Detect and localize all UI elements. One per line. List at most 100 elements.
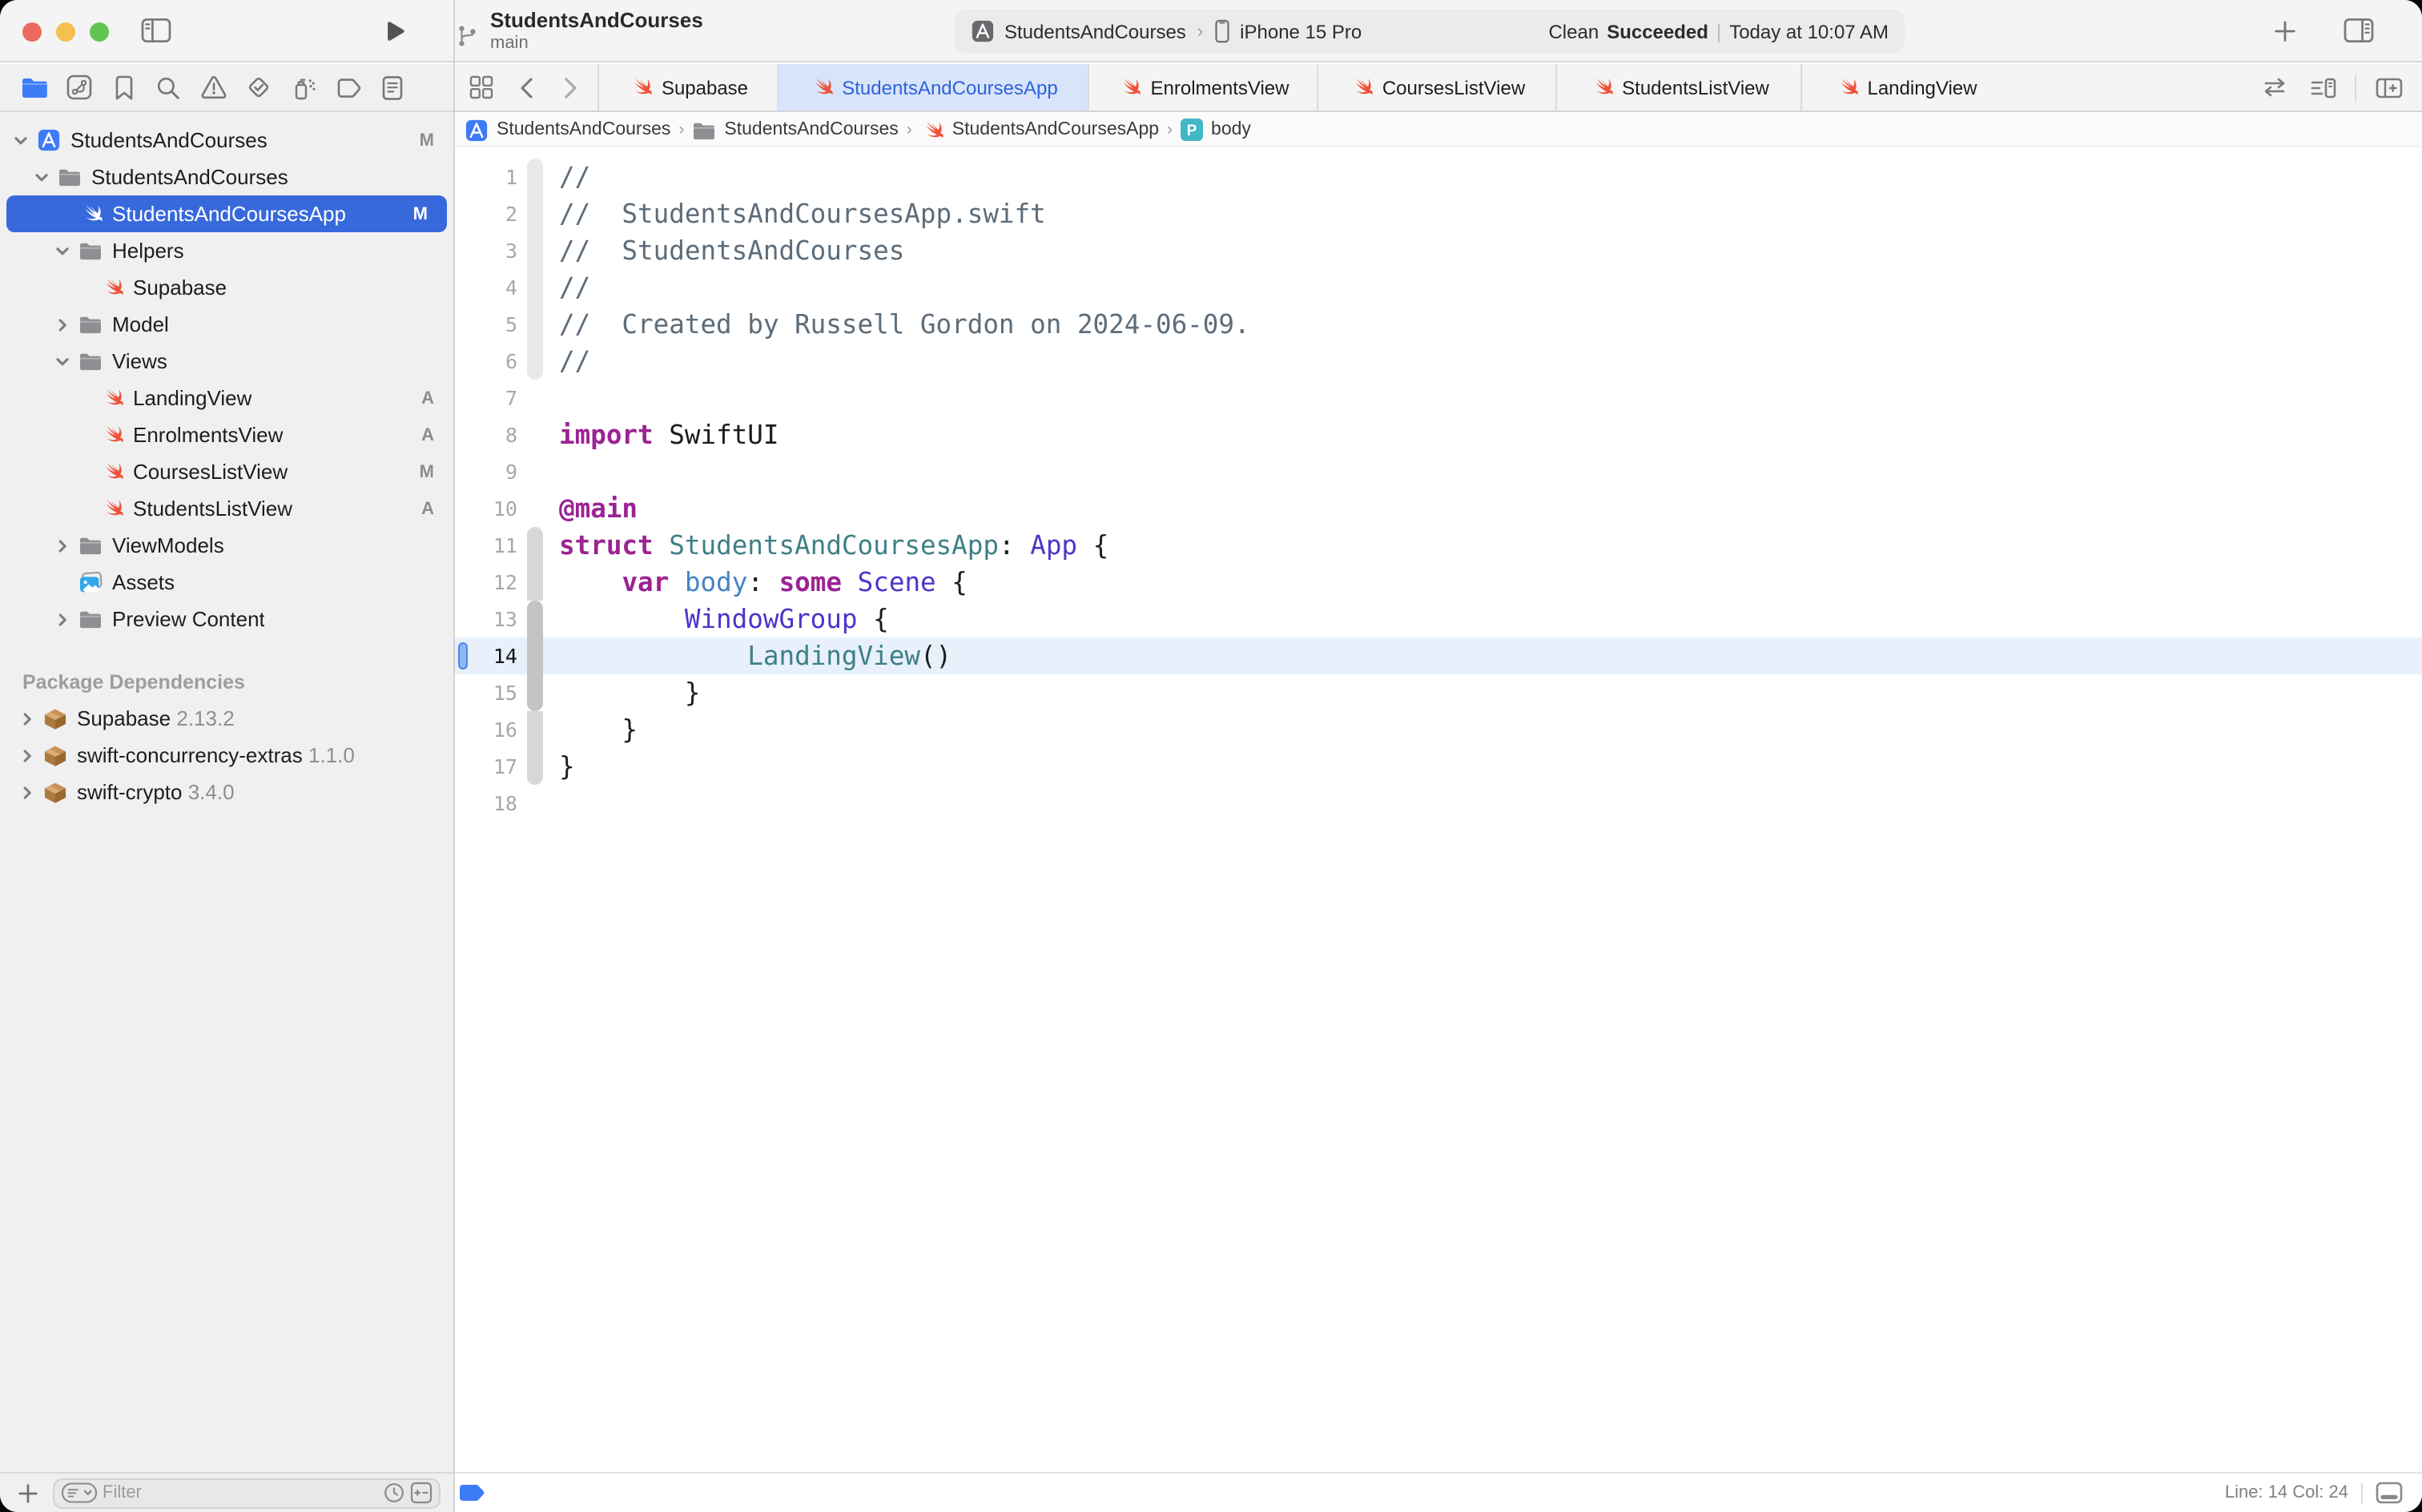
tree-item-enrolmentsview[interactable]: EnrolmentsViewA (0, 416, 453, 453)
code-fold-ribbon[interactable] (527, 195, 543, 232)
nav-project-icon[interactable] (11, 66, 56, 108)
code-line[interactable]: 10@main (455, 490, 2422, 527)
line-number[interactable]: 17 (455, 748, 517, 785)
disclosure-right-icon[interactable] (48, 537, 75, 553)
disclosure-down-icon[interactable] (48, 243, 75, 259)
code-fold-ribbon[interactable] (527, 232, 543, 269)
code-fold-ribbon[interactable] (527, 748, 543, 785)
code-fold-ribbon[interactable] (527, 343, 543, 380)
code-fold-ribbon[interactable] (527, 269, 543, 306)
tree-item-studentslistview[interactable]: StudentsListViewA (0, 490, 453, 527)
tree-item-studentsandcourses[interactable]: StudentsAndCoursesM (0, 122, 453, 159)
package-item-swift-concurrency-extras[interactable]: swift-concurrency-extras 1.1.0 (0, 737, 453, 774)
code-line[interactable]: 15 } (455, 674, 2422, 711)
line-number[interactable]: 1 (455, 159, 517, 195)
nav-bookmarks-icon[interactable] (101, 66, 146, 108)
tree-item-courseslistview[interactable]: CoursesListViewM (0, 453, 453, 490)
tab-courseslistview[interactable]: CoursesListView (1317, 64, 1555, 111)
line-number[interactable]: 6 (455, 343, 517, 380)
tree-item-viewmodels[interactable]: ViewModels (0, 527, 453, 564)
line-number[interactable]: 16 (455, 711, 517, 748)
toggle-debug-area-icon[interactable] (2376, 1482, 2403, 1504)
scheme-selector[interactable]: StudentsAndCourses › iPhone 15 Pro Clean… (955, 10, 1905, 53)
run-button[interactable] (373, 10, 415, 51)
code-fold-ribbon[interactable] (527, 785, 543, 822)
nav-tests-icon[interactable] (235, 66, 280, 108)
line-number[interactable]: 4 (455, 269, 517, 306)
code-fold-ribbon[interactable] (527, 453, 543, 490)
code-line[interactable]: 2// StudentsAndCoursesApp.swift (455, 195, 2422, 232)
disclosure-down-icon[interactable] (6, 132, 34, 148)
code-fold-ribbon[interactable] (527, 637, 543, 674)
code-fold-ribbon[interactable] (527, 564, 543, 601)
nav-breakpoints-icon[interactable] (325, 66, 370, 108)
tree-item-landingview[interactable]: LandingViewA (0, 380, 453, 416)
code-line[interactable]: 18 (455, 785, 2422, 822)
disclosure-right-icon[interactable] (13, 784, 40, 800)
disclosure-right-icon[interactable] (48, 316, 75, 332)
code-line[interactable]: 8import SwiftUI (455, 416, 2422, 453)
add-item-button[interactable] (13, 1478, 42, 1507)
filter-field[interactable] (53, 1478, 441, 1508)
tree-item-studentsandcourses[interactable]: StudentsAndCourses (0, 159, 453, 195)
breadcrumb-item-body[interactable]: Pbody (1181, 119, 1251, 141)
tree-item-supabase[interactable]: Supabase (0, 269, 453, 306)
adjust-editor-options-icon[interactable] (2302, 66, 2344, 108)
sidebar-divider[interactable] (453, 0, 455, 1512)
add-editor-icon[interactable] (2368, 66, 2409, 108)
sidebar-toggle-icon[interactable] (135, 10, 176, 51)
line-number[interactable]: 2 (455, 195, 517, 232)
code-line[interactable]: 1// (455, 159, 2422, 195)
disclosure-down-icon[interactable] (48, 353, 75, 369)
line-number[interactable]: 15 (455, 674, 517, 711)
code-line[interactable]: 14 LandingView() (455, 637, 2422, 674)
code-fold-ribbon[interactable] (527, 416, 543, 453)
line-number[interactable]: 13 (455, 601, 517, 637)
line-number[interactable]: 10 (455, 490, 517, 527)
code-line[interactable]: 17} (455, 748, 2422, 785)
tab-enrolmentsview[interactable]: EnrolmentsView (1088, 64, 1317, 111)
code-fold-ribbon[interactable] (527, 490, 543, 527)
tab-studentsandcoursesapp[interactable]: StudentsAndCoursesApp (777, 64, 1088, 111)
breakpoint-indicator-icon[interactable] (458, 1483, 485, 1502)
nav-find-icon[interactable] (146, 66, 191, 108)
line-number[interactable]: 3 (455, 232, 517, 269)
scheme-destination[interactable]: iPhone 15 Pro (1240, 20, 1362, 42)
code-line[interactable]: 4// (455, 269, 2422, 306)
tree-item-model[interactable]: Model (0, 306, 453, 343)
nav-issues-icon[interactable] (191, 66, 235, 108)
code-line[interactable]: 13 WindowGroup { (455, 601, 2422, 637)
minimize-button[interactable] (56, 22, 75, 41)
tab-landingview[interactable]: LandingView (1800, 64, 2009, 111)
code-review-icon[interactable] (2254, 66, 2295, 108)
tree-item-preview-content[interactable]: Preview Content (0, 601, 453, 637)
breadcrumb-item-studentsandcoursesapp[interactable]: StudentsAndCoursesApp (920, 118, 1159, 142)
code-line[interactable]: 3// StudentsAndCourses (455, 232, 2422, 269)
code-line[interactable]: 9 (455, 453, 2422, 490)
tree-item-views[interactable]: Views (0, 343, 453, 380)
tree-item-assets[interactable]: Assets (0, 564, 453, 601)
recent-files-icon[interactable] (383, 1482, 405, 1504)
zoom-button[interactable] (90, 22, 109, 41)
code-line[interactable]: 12 var body: some Scene { (455, 564, 2422, 601)
go-back-icon[interactable] (505, 66, 546, 108)
code-line[interactable]: 6// (455, 343, 2422, 380)
tab-studentslistview[interactable]: StudentsListView (1555, 64, 1800, 111)
nav-source-control-icon[interactable] (56, 66, 101, 108)
code-fold-ribbon[interactable] (527, 527, 543, 564)
filter-input[interactable] (103, 1483, 378, 1502)
package-item-swift-crypto[interactable]: swift-crypto 3.4.0 (0, 774, 453, 810)
inspector-toggle-icon[interactable] (2336, 10, 2380, 51)
code-fold-ribbon[interactable] (527, 159, 543, 195)
line-number[interactable]: 8 (455, 416, 517, 453)
breadcrumb-item-studentsandcourses[interactable]: StudentsAndCourses (692, 119, 898, 140)
nav-debug-icon[interactable] (280, 66, 325, 108)
code-line[interactable]: 16 } (455, 711, 2422, 748)
code-line[interactable]: 5// Created by Russell Gordon on 2024-06… (455, 306, 2422, 343)
source-control-filter-icon[interactable] (410, 1482, 432, 1504)
code-line[interactable]: 11struct StudentsAndCoursesApp: App { (455, 527, 2422, 564)
disclosure-down-icon[interactable] (27, 169, 54, 185)
code-fold-ribbon[interactable] (527, 601, 543, 637)
line-number[interactable]: 12 (455, 564, 517, 601)
breadcrumb-item-studentsandcourses[interactable]: StudentsAndCourses (465, 118, 670, 142)
